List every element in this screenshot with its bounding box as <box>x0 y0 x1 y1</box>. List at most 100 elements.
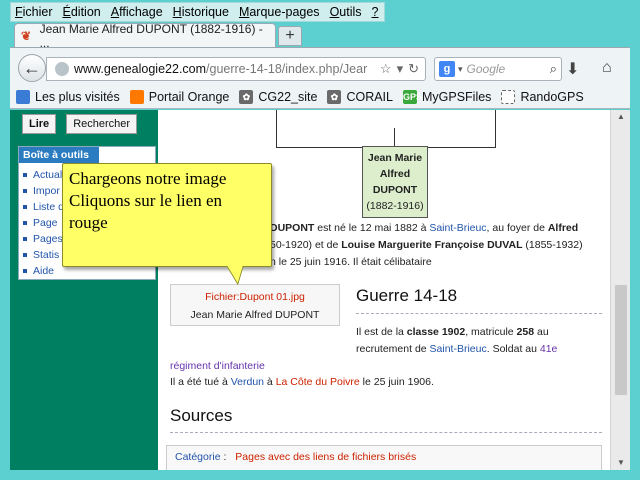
menu-help[interactable]: ? <box>372 5 379 19</box>
bookmark-cg22[interactable]: ✿ CG22_site <box>239 89 318 104</box>
bookmark-folder-icon <box>16 89 30 104</box>
category-box: Catégorie : Pages avec des liens de fich… <box>166 445 602 470</box>
mother-name: Louise Marguerite Françoise DUVAL <box>341 239 523 251</box>
war-line-2: recrutement de Saint-Brieuc. Soldat au 4… <box>356 341 557 358</box>
mygps-icon: GPS <box>402 89 422 104</box>
birthplace-link[interactable]: Saint-Brieuc <box>429 222 486 234</box>
war-text: recrutement de <box>356 343 430 355</box>
site-favicon-icon: ❦ <box>21 28 32 43</box>
bookmark-les-plus-visites[interactable]: Les plus visités <box>16 89 120 104</box>
category-link[interactable]: Pages avec des liens de fichiers brisés <box>235 451 416 463</box>
bookmark-portail-orange[interactable]: Portail Orange <box>129 89 229 104</box>
menu-historique[interactable]: Historique <box>173 5 229 19</box>
regiment-link[interactable]: 41e <box>540 343 558 355</box>
war-line-4: Il a été tué à Verdun à La Côte du Poivr… <box>170 374 434 391</box>
home-icon[interactable]: ⌂ <box>602 59 612 77</box>
person-dates: (1882-1916) <box>366 200 424 212</box>
bullet-icon <box>23 269 27 273</box>
toolbox-item-label: Aide <box>33 265 55 277</box>
heading-underline <box>170 432 602 433</box>
tutorial-callout: Chargeons notre image Cliquons sur le li… <box>62 163 272 267</box>
war-text: le 25 juin 1906. <box>359 376 434 388</box>
url-bar[interactable]: www.genealogie22.com/guerre-14-18/index.… <box>46 57 426 81</box>
vertical-scrollbar[interactable]: ▲ ▼ <box>610 110 630 470</box>
bullet-icon <box>23 189 27 193</box>
war-text: Il est de la <box>356 326 407 338</box>
war-text: . Soldat au <box>486 343 540 355</box>
broken-file-link[interactable]: Fichier:Dupont 01.jpg <box>171 291 339 303</box>
search-engine-dropdown-icon[interactable]: ▾ <box>458 64 463 75</box>
bookmark-star-icon[interactable]: ☆ <box>380 61 392 77</box>
person-box[interactable]: Jean Marie Alfred DUPONT (1882-1916) <box>362 146 428 218</box>
menu-marque-pages[interactable]: Marque-pages <box>239 5 320 19</box>
navigation-bar: www.genealogie22.com/guerre-14-18/index.… <box>10 47 630 85</box>
bookmark-label: CG22_site <box>258 89 318 104</box>
browser-window: Fichier Édition Affichage Historique Mar… <box>0 0 640 480</box>
search-icon[interactable]: ⌕ <box>550 61 557 77</box>
bullet-icon <box>23 221 27 225</box>
toolbox-item-label: Liste d <box>33 201 64 213</box>
recruitment-link[interactable]: Saint-Brieuc <box>430 343 487 355</box>
back-button[interactable]: ← <box>18 54 46 82</box>
bookmark-label: CORAIL <box>346 89 393 104</box>
person-name-line2: Alfred <box>379 168 411 180</box>
bio-text: 50-1920) et de <box>270 239 342 251</box>
callout-pointer <box>227 266 244 286</box>
scroll-up-icon[interactable]: ▲ <box>611 112 630 121</box>
bullet-icon <box>23 205 27 209</box>
war-text: Il a été tué à <box>170 376 231 388</box>
thumbnail-caption: Jean Marie Alfred DUPONT <box>190 309 320 321</box>
regiment-link-cont[interactable]: régiment d'infanterie <box>170 358 265 375</box>
war-matricule: 258 <box>516 326 535 338</box>
war-text: à <box>264 376 276 388</box>
bio-text: est né le 12 mai 1882 à <box>314 222 430 234</box>
search-placeholder: Google <box>466 62 506 76</box>
bio-text: (1855-1932) <box>522 239 583 251</box>
verdun-link[interactable]: Verdun <box>231 376 264 388</box>
toolbox-item-label: Pages <box>33 233 63 245</box>
category-sep: : <box>223 451 227 463</box>
person-name-line3: DUPONT <box>372 184 418 196</box>
menu-edition[interactable]: Édition <box>63 5 101 19</box>
war-text: au <box>534 326 549 338</box>
war-text: , matricule <box>465 326 517 338</box>
menu-fichier[interactable]: Fichier <box>15 5 53 19</box>
bookmark-corail[interactable]: ✿ CORAIL <box>327 89 393 104</box>
menu-outils[interactable]: Outils <box>330 5 362 19</box>
toolbox-item-label: Statis <box>33 249 60 261</box>
tab-active[interactable]: ❦ Jean Marie Alfred DUPONT (1882-1916) -… <box>14 21 276 50</box>
heading-underline <box>356 313 602 314</box>
menu-bar: Fichier Édition Affichage Historique Mar… <box>10 2 386 22</box>
url-path: /guerre-14-18/index.php/Jear <box>206 62 368 76</box>
scroll-down-icon[interactable]: ▼ <box>611 458 630 467</box>
globe-icon <box>55 62 69 76</box>
search-bar[interactable]: g ▾ Google ⌕ <box>434 57 562 81</box>
bookmark-label: RandoGPS <box>520 89 584 104</box>
download-icon[interactable]: ⬇ <box>566 59 579 79</box>
toolbox-item-label: Impor <box>33 185 60 197</box>
read-button[interactable]: Lire <box>22 114 57 134</box>
reload-icon[interactable]: ↻ <box>408 61 419 77</box>
category-label[interactable]: Catégorie <box>175 451 221 463</box>
url-text[interactable]: www.genealogie22.com/guerre-14-18/index.… <box>74 62 375 76</box>
search-button[interactable]: Rechercher <box>66 114 138 134</box>
bookmark-mygpsfiles[interactable]: GPS MyGPSFiles <box>402 89 491 104</box>
tab-title: Jean Marie Alfred DUPONT (1882-1916) - .… <box>39 21 263 50</box>
bookmark-label: Les plus visités <box>35 89 120 104</box>
new-tab-button[interactable]: + <box>278 26 302 46</box>
menu-affichage[interactable]: Affichage <box>111 5 163 19</box>
bookmark-randogps[interactable]: RandoGPS <box>501 89 584 104</box>
war-line-1: Il est de la classe 1902, matricule 258 … <box>356 324 549 341</box>
scrollbar-thumb[interactable] <box>615 285 627 395</box>
bullet-icon <box>23 253 27 257</box>
bio-text: , au foyer de <box>486 222 548 234</box>
dropdown-arrow-icon[interactable]: ▾ <box>397 61 404 77</box>
bio-surname: DUPONT <box>270 222 315 234</box>
url-host: www.genealogie22.com <box>74 62 207 76</box>
bio-line-1: DUPONT est né le 12 mai 1882 à Saint-Bri… <box>270 220 578 237</box>
toolbox-title: Boîte à outils <box>19 147 99 163</box>
image-thumbnail: Fichier:Dupont 01.jpg Jean Marie Alfred … <box>170 284 340 326</box>
cote-du-poivre-link[interactable]: La Côte du Poivre <box>276 376 360 388</box>
cg22-icon: ✿ <box>239 89 254 104</box>
google-logo-icon[interactable]: g <box>439 61 455 77</box>
